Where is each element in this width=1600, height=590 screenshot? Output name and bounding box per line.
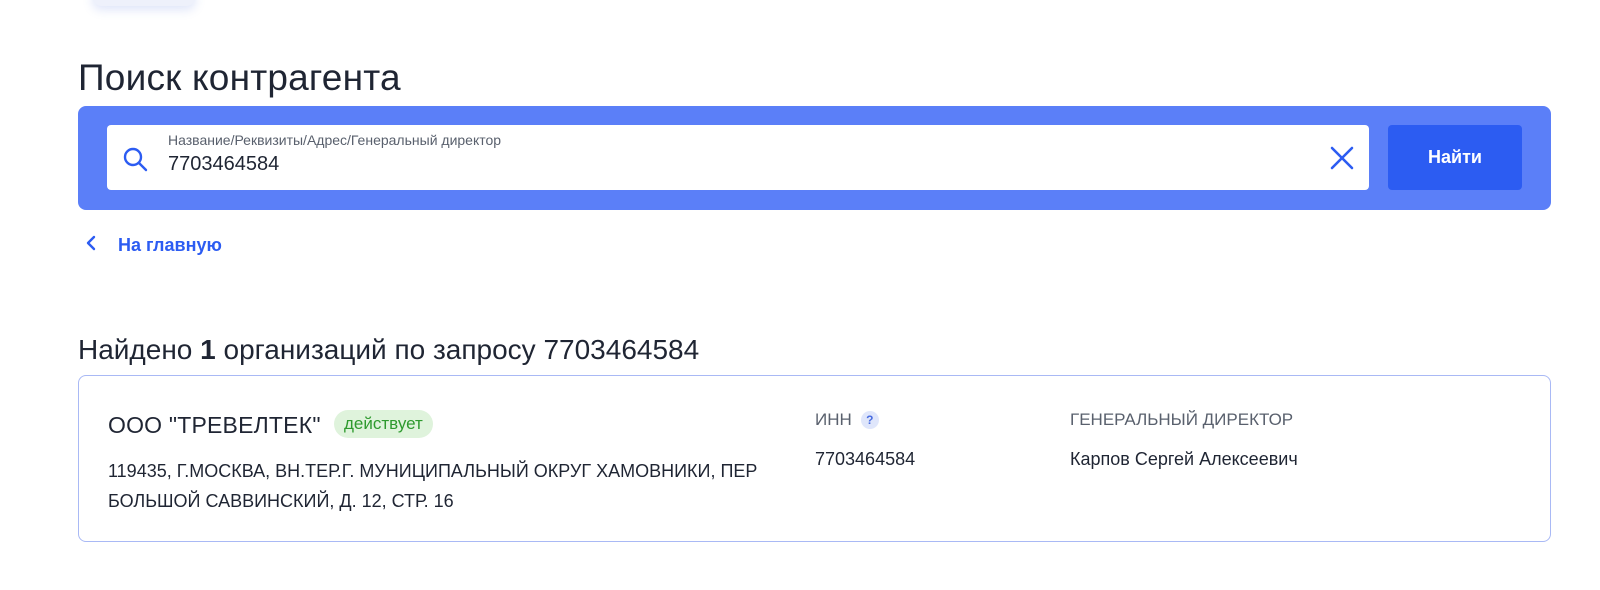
find-button[interactable]: Найти bbox=[1388, 125, 1522, 190]
results-prefix: Найдено bbox=[78, 334, 201, 366]
header-tab-fragment bbox=[92, 0, 196, 6]
search-input[interactable] bbox=[168, 153, 1268, 176]
search-field-label: Название/Реквизиты/Адрес/Генеральный дир… bbox=[168, 132, 502, 148]
close-icon[interactable] bbox=[1329, 145, 1355, 171]
search-icon bbox=[121, 145, 149, 173]
chevron-left-icon bbox=[84, 234, 98, 257]
help-icon[interactable]: ? bbox=[860, 411, 879, 429]
back-link-label: На главную bbox=[118, 235, 222, 255]
results-count: 1 bbox=[200, 334, 216, 366]
results-suffix: организаций по запросу 7703464584 bbox=[215, 334, 700, 366]
page: Поиск контрагента Название/Реквизиты/Адр… bbox=[0, 0, 1600, 590]
company-name[interactable]: ООО "ТРЕВЕЛТЕК" bbox=[108, 412, 321, 439]
inn-value: 7703464584 bbox=[815, 449, 916, 469]
director-value: Карпов Сергей Алексеевич bbox=[1070, 449, 1298, 469]
search-panel: Название/Реквизиты/Адрес/Генеральный дир… bbox=[78, 106, 1551, 210]
results-heading: Найдено 1 организаций по запросу 7703464… bbox=[78, 334, 699, 366]
search-box[interactable]: Название/Реквизиты/Адрес/Генеральный дир… bbox=[107, 125, 1369, 190]
inn-label: ИНН bbox=[815, 410, 852, 429]
inn-label-row: ИНН ? bbox=[815, 410, 879, 430]
status-badge: действует bbox=[334, 410, 433, 438]
page-title: Поиск контрагента bbox=[78, 56, 401, 98]
back-to-home-link[interactable]: На главную bbox=[84, 234, 222, 257]
result-card[interactable]: ООО "ТРЕВЕЛТЕК" действует 119435, Г.МОСК… bbox=[78, 375, 1551, 542]
director-label: ГЕНЕРАЛЬНЫЙ ДИРЕКТОР bbox=[1070, 410, 1294, 429]
company-address: 119435, Г.МОСКВА, ВН.ТЕР.Г. МУНИЦИПАЛЬНЫ… bbox=[108, 461, 758, 511]
